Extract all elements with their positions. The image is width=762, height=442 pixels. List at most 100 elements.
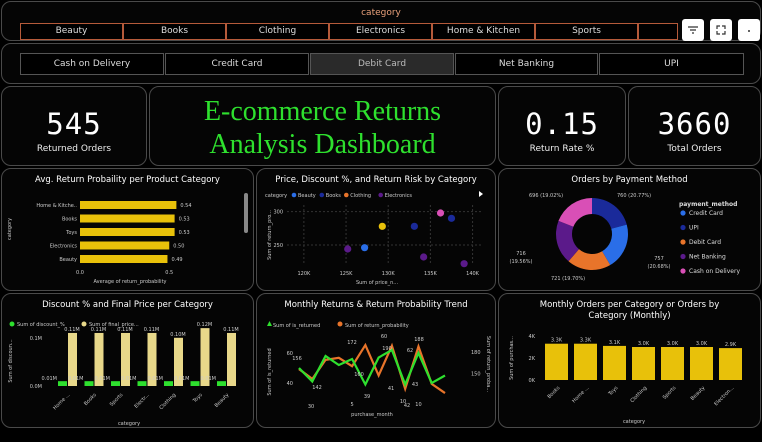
category-option-sports[interactable]: Sports — [535, 23, 638, 40]
scatter-point — [447, 214, 456, 222]
bar — [690, 347, 713, 380]
legend-label: Sum of is_returned — [273, 323, 320, 329]
legend-label: Sum of return_probability — [345, 323, 409, 329]
y-axis-label: Sum of discoun... — [8, 339, 14, 383]
category-option-books[interactable]: Books — [123, 23, 226, 40]
bar — [80, 241, 170, 250]
legend-marker — [291, 192, 297, 198]
x-tick-label: Sports — [662, 385, 678, 401]
bar — [661, 347, 684, 380]
category-option-home-kitchen[interactable]: Home & Kitchen — [432, 23, 535, 40]
x-axis-label: category — [118, 421, 140, 427]
focus-mode-icon[interactable] — [710, 19, 732, 41]
donut-slice — [592, 198, 627, 229]
x-tick-label: Books — [83, 392, 98, 407]
x-tick-label: Toys — [607, 385, 620, 398]
data-label: 60 — [381, 334, 387, 340]
data-label: 30 — [308, 404, 314, 410]
more-options-icon[interactable] — [738, 19, 760, 41]
kpi-value-total-orders: 3660 — [657, 107, 732, 141]
legend-marker — [680, 224, 686, 231]
donut-slice — [558, 198, 592, 227]
category-label: Electronics — [50, 244, 78, 250]
filter-icon[interactable] — [682, 19, 704, 41]
bar — [80, 201, 177, 209]
category-label: Books — [62, 217, 77, 223]
dashboard-title: E-commerce Returns Analysis Dashboard — [150, 95, 495, 161]
legend-marker — [680, 253, 686, 260]
legend-marker — [680, 210, 686, 216]
x-tick-label: Electron... — [713, 385, 735, 407]
bar — [603, 345, 626, 380]
payment-option-debit-card[interactable]: Debit Card — [310, 53, 454, 75]
chart-avg-return-probability: Avg. Return Probaility per Product Categ… — [1, 168, 254, 291]
x-tick-label: Beauty — [690, 385, 707, 402]
data-label: 0.53 — [179, 230, 190, 236]
category-slicer: category Beauty Books Clothing Electronics H… — [1, 1, 761, 41]
data-label: 0.53 — [179, 217, 190, 223]
bar-chart-svg: 4K 2K 0K Sum of purchas... 3.3K Books 3.3K Home… — [509, 334, 742, 425]
legend-label: Clothing — [350, 193, 371, 199]
dashboard-title-line-2: Analysis Dashboard — [209, 129, 436, 160]
data-label: 62 — [407, 348, 413, 354]
category-option-beauty[interactable]: Beauty — [20, 23, 123, 40]
bar-discount — [164, 381, 173, 386]
category-option-electronics[interactable]: Electronics — [329, 23, 432, 40]
data-label-percent: (19.56%) — [510, 259, 533, 265]
data-label: 160 — [354, 372, 364, 378]
data-label: 190 — [382, 346, 392, 352]
x-tick-label: 135K — [424, 271, 438, 277]
bar-final-price — [227, 332, 236, 386]
y-tick-label: 40 — [287, 381, 293, 387]
data-label: 3.1K — [609, 340, 621, 346]
x-tick-label: 0.0 — [76, 270, 84, 276]
y-tick-label: 4K — [529, 334, 536, 340]
payment-option-credit-card[interactable]: Credit Card — [165, 53, 309, 75]
kpi-value-return-rate: 0.15 — [525, 107, 599, 141]
legend-marker — [267, 321, 272, 326]
y-tick-label: 0.0M — [30, 384, 42, 390]
bar-discount — [84, 381, 94, 386]
x-tick-label: 120K — [297, 271, 311, 277]
chart-discount-final-price: Discount % and Final Price per Category … — [1, 293, 254, 428]
bar — [574, 343, 597, 380]
bar — [80, 214, 175, 223]
legend-marker — [344, 192, 349, 198]
legend-label: Net Banking — [689, 254, 726, 261]
legend-title: payment_method — [679, 201, 737, 208]
data-label: 0.11M — [117, 327, 132, 333]
bar-discount — [217, 381, 226, 386]
x-tick-label: 5 — [350, 402, 353, 408]
data-label: 0.11M — [223, 327, 238, 333]
data-label: 0.50 — [173, 244, 184, 250]
legend-marker — [9, 321, 15, 327]
x-tick-label: Home ... — [571, 385, 590, 404]
x-tick-label: Electr... — [133, 392, 151, 410]
legend-title: category — [265, 193, 287, 199]
scatter-chart-svg: category Beauty Books Clothing Electronics 12… — [265, 191, 483, 286]
payment-option-upi[interactable]: UPI — [599, 53, 744, 75]
chart-monthly-orders-per-category: Monthly Orders per Category or Orders by… — [498, 293, 761, 428]
data-label-percent: (20.68%) — [648, 264, 671, 270]
category-option-clothing[interactable]: Clothing — [226, 23, 329, 40]
x-tick-label: Beauty — [214, 392, 231, 409]
data-label: 172 — [347, 340, 357, 346]
chart-orders-by-payment-method: Orders by Payment Method 696 (19.02%) 760… — [498, 168, 761, 291]
bar — [632, 347, 655, 380]
payment-option-net-banking[interactable]: Net Banking — [455, 53, 598, 75]
bar — [80, 255, 168, 263]
y-tick-label: 300 — [273, 210, 283, 216]
data-label: 39 — [364, 394, 370, 400]
x-axis-label: purchase_month — [351, 412, 393, 418]
category-option-partial[interactable] — [638, 23, 678, 40]
data-label: 3.0K — [696, 341, 708, 347]
bar-discount — [58, 381, 67, 386]
data-label: 721 (19.70%) — [551, 276, 585, 282]
data-label: 142 — [312, 385, 322, 391]
payment-option-cash-on-delivery[interactable]: Cash on Delivery — [20, 53, 164, 75]
data-label: 0.54 — [180, 203, 191, 209]
legend-marker — [319, 192, 325, 198]
category-slicer-title: category — [361, 8, 401, 18]
data-label: 41 — [388, 386, 394, 392]
x-tick-label: Clothing — [629, 385, 648, 404]
